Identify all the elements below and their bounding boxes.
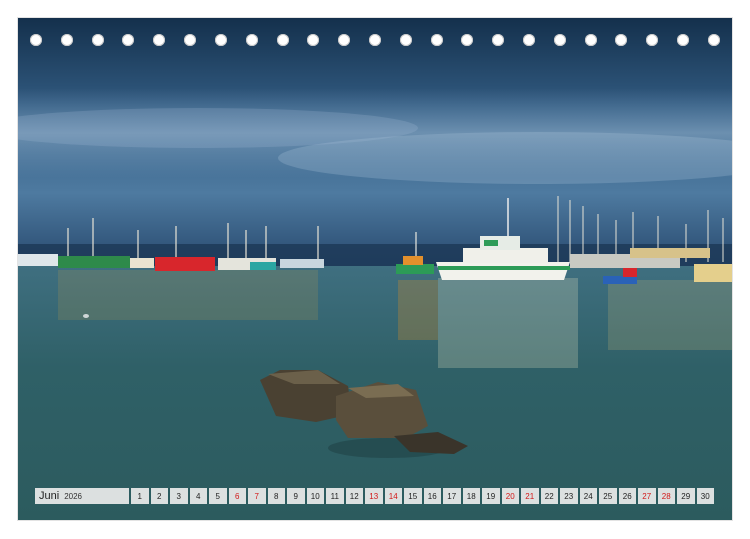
day-cell: 20 (501, 488, 519, 504)
day-cell: 28 (657, 488, 675, 504)
binding-hole (91, 34, 104, 46)
day-cell: 2 (150, 488, 168, 504)
day-cell: 6 (228, 488, 246, 504)
day-cell: 18 (462, 488, 480, 504)
binding-hole (122, 34, 135, 46)
day-cell: 25 (599, 488, 617, 504)
day-cell: 13 (365, 488, 383, 504)
day-cell: 3 (170, 488, 188, 504)
binding-hole (307, 34, 320, 46)
day-cell: 11 (326, 488, 344, 504)
day-cell: 12 (345, 488, 363, 504)
binding-holes (30, 32, 720, 48)
day-cell: 7 (248, 488, 266, 504)
year-label: 2026 (64, 491, 82, 501)
day-cell: 4 (189, 488, 207, 504)
day-cell: 5 (209, 488, 227, 504)
binding-hole (584, 34, 597, 46)
binding-hole (30, 34, 42, 46)
day-cell: 21 (521, 488, 539, 504)
day-cell: 8 (267, 488, 285, 504)
binding-hole (646, 34, 659, 46)
day-cell: 1 (131, 488, 149, 504)
day-cell: 19 (482, 488, 500, 504)
day-cell: 10 (306, 488, 324, 504)
binding-hole (461, 34, 474, 46)
binding-hole (338, 34, 351, 46)
month-name: Juni (39, 490, 60, 502)
calendar-strip: Juni 2026 1 2 3 4 5 6 7 8 9 10 11 12 13 14 15 16 17 18 19 2… (35, 488, 714, 504)
day-cell: 23 (560, 488, 578, 504)
day-cell: 14 (384, 488, 402, 504)
day-cells: 1 2 3 4 5 6 7 8 9 10 11 12 13 14 15 16 17 18 19 20 21 22 23 24 2… (131, 488, 714, 504)
binding-hole (184, 34, 197, 46)
day-cell: 9 (287, 488, 305, 504)
binding-hole (153, 34, 166, 46)
day-cell: 24 (579, 488, 597, 504)
day-cell: 16 (423, 488, 441, 504)
binding-hole (707, 34, 720, 46)
calendar-page: Juni 2026 1 2 3 4 5 6 7 8 9 10 11 12 13 14 15 16 17 18 19 2… (0, 0, 750, 539)
binding-hole (214, 34, 227, 46)
day-cell: 30 (696, 488, 714, 504)
binding-hole (553, 34, 566, 46)
binding-hole (677, 34, 690, 46)
day-cell: 29 (677, 488, 695, 504)
binding-hole (245, 34, 258, 46)
day-cell: 22 (540, 488, 558, 504)
harbor-scene (18, 18, 732, 520)
month-label: Juni 2026 (35, 488, 129, 504)
binding-hole (615, 34, 628, 46)
day-cell: 15 (404, 488, 422, 504)
binding-hole (430, 34, 443, 46)
day-cell: 26 (618, 488, 636, 504)
day-cell: 17 (443, 488, 461, 504)
day-cell: 27 (638, 488, 656, 504)
binding-hole (399, 34, 412, 46)
binding-hole (276, 34, 289, 46)
binding-hole (60, 34, 73, 46)
binding-hole (368, 34, 381, 46)
binding-hole (492, 34, 505, 46)
binding-hole (523, 34, 535, 46)
harbor-photo (18, 18, 732, 520)
